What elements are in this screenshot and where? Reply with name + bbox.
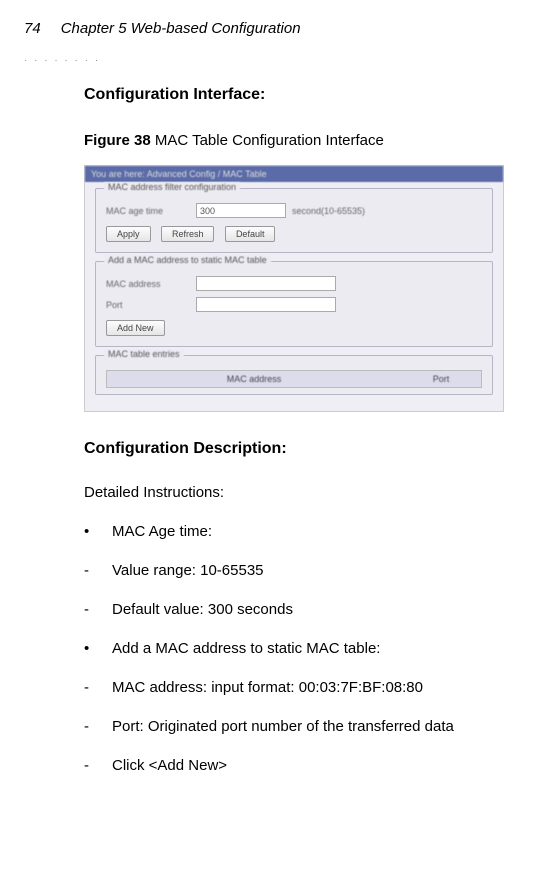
figure-number: Figure 38	[84, 132, 151, 149]
fieldset-legend-1: MAC address filter configuration	[104, 182, 240, 192]
figure-caption-text: MAC Table Configuration Interface	[151, 132, 384, 149]
add-new-button[interactable]: Add New	[106, 320, 165, 336]
fieldset-legend-3: MAC table entries	[104, 349, 184, 359]
dash-marker: -	[84, 679, 112, 696]
breadcrumb: You are here: Advanced Config / MAC Tabl…	[85, 166, 503, 182]
dash-value-range: - Value range: 10-65535	[84, 562, 531, 579]
dash-click-add: - Click <Add New>	[84, 757, 531, 774]
bullet-dot: •	[84, 640, 112, 657]
age-time-row: MAC age time second(10-65535)	[106, 203, 482, 218]
port-input[interactable]	[196, 297, 336, 312]
figure-caption: Figure 38 MAC Table Configuration Interf…	[84, 132, 531, 149]
header-dots: · · · · · · · ·	[24, 55, 531, 66]
fieldset-mac-filter: MAC address filter configuration MAC age…	[95, 188, 493, 253]
page-number: 74	[24, 20, 41, 37]
config-description-title: Configuration Description:	[84, 440, 531, 458]
port-row: Port	[106, 297, 482, 312]
fieldset-add-mac: Add a MAC address to static MAC table MA…	[95, 261, 493, 347]
button-row-2: Add New	[106, 318, 482, 336]
dash-text: Click <Add New>	[112, 757, 531, 774]
table-header: MAC address Port	[106, 370, 482, 388]
dash-text: MAC address: input format: 00:03:7F:BF:0…	[112, 679, 531, 696]
mac-address-label: MAC address	[106, 279, 196, 289]
bullet-text: MAC Age time:	[112, 523, 531, 540]
mac-address-row: MAC address	[106, 276, 482, 291]
instructions-label: Detailed Instructions:	[84, 484, 531, 501]
mac-address-input[interactable]	[196, 276, 336, 291]
fieldset-mac-entries: MAC table entries MAC address Port	[95, 355, 493, 395]
dash-text: Port: Originated port number of the tran…	[112, 718, 531, 735]
chapter-title: Chapter 5 Web-based Configuration	[61, 20, 301, 37]
th-port: Port	[401, 374, 481, 384]
fieldset-legend-2: Add a MAC address to static MAC table	[104, 255, 271, 265]
port-label: Port	[106, 300, 196, 310]
dash-default-value: - Default value: 300 seconds	[84, 601, 531, 618]
config-interface-title: Configuration Interface:	[84, 86, 531, 104]
dash-text: Default value: 300 seconds	[112, 601, 531, 618]
age-time-label: MAC age time	[106, 206, 196, 216]
page-header: 74 Chapter 5 Web-based Configuration	[24, 20, 531, 37]
th-mac: MAC address	[107, 374, 401, 384]
apply-button[interactable]: Apply	[106, 226, 151, 242]
default-button[interactable]: Default	[225, 226, 276, 242]
bullet-age-time: • MAC Age time:	[84, 523, 531, 540]
dash-marker: -	[84, 757, 112, 774]
dash-port-desc: - Port: Originated port number of the tr…	[84, 718, 531, 735]
button-row-1: Apply Refresh Default	[106, 224, 482, 242]
dash-marker: -	[84, 601, 112, 618]
bullet-add-mac: • Add a MAC address to static MAC table:	[84, 640, 531, 657]
age-time-input[interactable]	[196, 203, 286, 218]
dash-text: Value range: 10-65535	[112, 562, 531, 579]
bullet-text: Add a MAC address to static MAC table:	[112, 640, 531, 657]
age-time-suffix: second(10-65535)	[292, 206, 365, 216]
refresh-button[interactable]: Refresh	[161, 226, 215, 242]
bullet-dot: •	[84, 523, 112, 540]
screenshot-body: MAC address filter configuration MAC age…	[85, 182, 503, 411]
screenshot-container: You are here: Advanced Config / MAC Tabl…	[84, 165, 504, 412]
dash-marker: -	[84, 718, 112, 735]
dash-marker: -	[84, 562, 112, 579]
content-area: Configuration Interface: Figure 38 MAC T…	[24, 86, 531, 774]
dash-mac-format: - MAC address: input format: 00:03:7F:BF…	[84, 679, 531, 696]
